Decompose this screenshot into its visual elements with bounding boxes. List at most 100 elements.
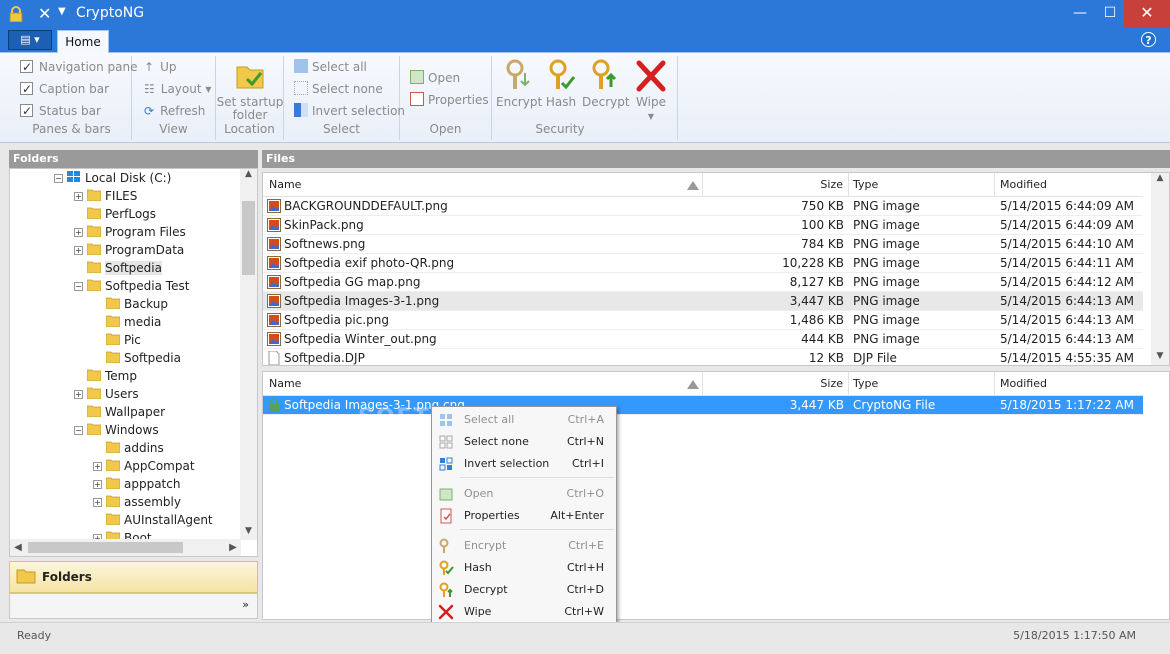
tree-node[interactable]: + FILES — [74, 187, 137, 205]
tree-node[interactable]: Temp — [74, 367, 137, 385]
select-none-button[interactable]: Select none — [294, 79, 383, 99]
file-size: 444 KB — [801, 332, 844, 346]
refresh-button[interactable]: ⟳ Refresh — [144, 101, 205, 121]
tree-horizontal-scrollbar[interactable]: ◀ ▶ — [10, 539, 241, 556]
files-panel-header: Files — [262, 150, 1170, 168]
column-size[interactable]: Size — [703, 173, 849, 197]
file-modified: 5/18/2015 1:17:22 AM — [1000, 398, 1134, 412]
up-button[interactable]: ↑ Up — [144, 57, 176, 77]
navigation-pane-checkbox[interactable]: Navigation pane — [20, 57, 138, 77]
column-type[interactable]: Type — [849, 173, 995, 197]
chevron-down-icon[interactable]: ▼ — [58, 6, 66, 17]
context-menu-item[interactable]: Invert selection Ctrl+I — [434, 453, 614, 475]
properties-button[interactable]: Properties — [410, 90, 489, 110]
file-row[interactable]: Softpedia pic.png 1,486 KB PNG image 5/14/2… — [263, 311, 1143, 330]
tree-node[interactable]: + AppCompat — [93, 457, 195, 475]
tree-node[interactable]: − Softpedia Test — [74, 277, 189, 295]
context-menu: Select all Ctrl+A Select none Ctrl+N Invert … — [431, 406, 617, 625]
select-none-icon — [294, 81, 308, 95]
layout-button[interactable]: ☷ Layout ▾ — [144, 79, 211, 99]
tree-node[interactable]: + Program Files — [74, 223, 186, 241]
file-modified: 5/14/2015 6:44:09 AM — [1000, 199, 1134, 213]
folder-icon — [87, 207, 101, 219]
help-icon[interactable]: ? — [1141, 32, 1156, 47]
key-check-icon — [549, 59, 576, 90]
file-modified: 5/14/2015 6:44:12 AM — [1000, 275, 1134, 289]
double-chevron-icon[interactable]: » — [242, 598, 249, 611]
file-row[interactable]: Softnews.png 784 KB PNG image 5/14/2015 6:4… — [263, 235, 1143, 254]
file-type: PNG image — [853, 237, 920, 251]
file-name: BACKGROUNDDEFAULT.png — [267, 197, 701, 216]
wipe-x-icon — [636, 60, 666, 92]
open-icon — [439, 488, 453, 501]
sort-ascending-icon — [687, 380, 699, 389]
tree-node[interactable]: + Users — [74, 385, 139, 403]
tree-node[interactable]: Wallpaper — [74, 403, 165, 421]
column-size[interactable]: Size — [703, 372, 849, 396]
tree-node-root[interactable]: − Local Disk (C:) — [54, 169, 171, 187]
tree-node[interactable]: Softpedia — [93, 349, 181, 367]
column-name[interactable]: Name — [263, 372, 703, 396]
context-menu-item[interactable]: Wipe Ctrl+W — [434, 601, 614, 623]
column-type[interactable]: Type — [849, 372, 995, 396]
file-row[interactable]: Softpedia Winter_out.png 444 KB PNG image 5… — [263, 330, 1143, 349]
status-bar-checkbox[interactable]: Status bar — [20, 101, 101, 121]
context-menu-item[interactable]: Properties Alt+Enter — [434, 505, 614, 527]
file-modified: 5/14/2015 6:44:13 AM — [1000, 313, 1134, 327]
ribbon: Navigation pane Caption bar Status bar P… — [0, 53, 1170, 143]
tree-vertical-scrollbar[interactable]: ▲ ▼ — [240, 169, 257, 540]
context-menu-item[interactable]: Decrypt Ctrl+D — [434, 579, 614, 601]
tab-home[interactable]: Home — [57, 30, 109, 54]
file-row[interactable]: SkinPack.png 100 KB PNG image 5/14/2015 6:4… — [263, 216, 1143, 235]
file-name: SkinPack.png — [267, 216, 701, 235]
file-row[interactable]: Softpedia exif photo-QR.png 10,228 KB PNG … — [263, 254, 1143, 273]
tree-node[interactable]: Softpedia — [74, 259, 162, 277]
encrypt-button[interactable]: Encrypt — [496, 59, 542, 109]
decrypt-button[interactable]: Decrypt — [582, 59, 630, 109]
app-menu-button[interactable]: ▤ ▾ — [8, 30, 52, 50]
tree-node[interactable]: AUInstallAgent — [93, 511, 213, 529]
invert-selection-button[interactable]: Invert selection — [294, 101, 405, 121]
tree-node[interactable]: addins — [93, 439, 164, 457]
open-button[interactable]: Open — [410, 68, 460, 88]
tree-node[interactable]: Backup — [93, 295, 168, 313]
caption-bar-checkbox[interactable]: Caption bar — [20, 79, 109, 99]
minimize-button[interactable]: — — [1065, 0, 1095, 28]
file-type: PNG image — [853, 256, 920, 270]
tree-node[interactable]: + assembly — [93, 493, 181, 511]
file-row[interactable]: Softpedia GG map.png 8,127 KB PNG image 5/1… — [263, 273, 1143, 292]
tree-node[interactable]: media — [93, 313, 161, 331]
context-menu-item[interactable]: Hash Ctrl+H — [434, 557, 614, 579]
file-row[interactable]: Softpedia Images-3-1.png 3,447 KB PNG imag… — [263, 292, 1143, 311]
tree-node[interactable]: + apppatch — [93, 475, 180, 493]
close-button[interactable]: ✕ — [1124, 0, 1170, 28]
nav-folders-button[interactable]: Folders — [9, 561, 258, 593]
tree-node[interactable]: PerfLogs — [74, 205, 156, 223]
select-all-button[interactable]: Select all — [294, 57, 367, 77]
column-modified[interactable]: Modified — [995, 173, 1143, 197]
wipe-button[interactable]: Wipe ▼ — [630, 59, 672, 123]
files-list-top[interactable]: Name Size Type Modified BACKGROUNDDEFAUL… — [262, 172, 1170, 366]
context-menu-item[interactable]: Open Ctrl+O — [434, 483, 614, 505]
tree-node[interactable]: Pic — [93, 331, 141, 349]
maximize-button[interactable]: ☐ — [1095, 0, 1125, 28]
file-size: 3,447 KB — [789, 294, 844, 308]
set-startup-folder-button[interactable]: Set startup folder — [216, 59, 284, 122]
file-row[interactable]: BACKGROUNDDEFAULT.png 750 KB PNG image 5/14… — [263, 197, 1143, 216]
files-vertical-scrollbar[interactable]: ▲ ▼ — [1151, 173, 1169, 365]
group-label: Open — [429, 122, 462, 136]
hash-icon — [439, 560, 454, 575]
wipe-quick-icon[interactable]: ✕ — [38, 4, 51, 23]
column-name[interactable]: Name — [263, 173, 703, 197]
tree-node[interactable]: + ProgramData — [74, 241, 184, 259]
folder-tree[interactable]: − Local Disk (C:) + FILES PerfLogs + Program F… — [9, 168, 258, 557]
column-modified[interactable]: Modified — [995, 372, 1143, 396]
tree-node[interactable]: − Windows — [74, 421, 159, 439]
folder-icon — [106, 441, 120, 453]
file-row[interactable]: Softpedia.DJP 12 KB DJP File 5/14/2015 4:55… — [263, 349, 1143, 365]
nav-more[interactable]: » — [9, 593, 258, 619]
context-menu-item[interactable]: Encrypt Ctrl+E — [434, 535, 614, 557]
context-menu-item[interactable]: Select none Ctrl+N — [434, 431, 614, 453]
context-menu-item[interactable]: Select all Ctrl+A — [434, 409, 614, 431]
hash-button[interactable]: Hash — [540, 59, 582, 109]
